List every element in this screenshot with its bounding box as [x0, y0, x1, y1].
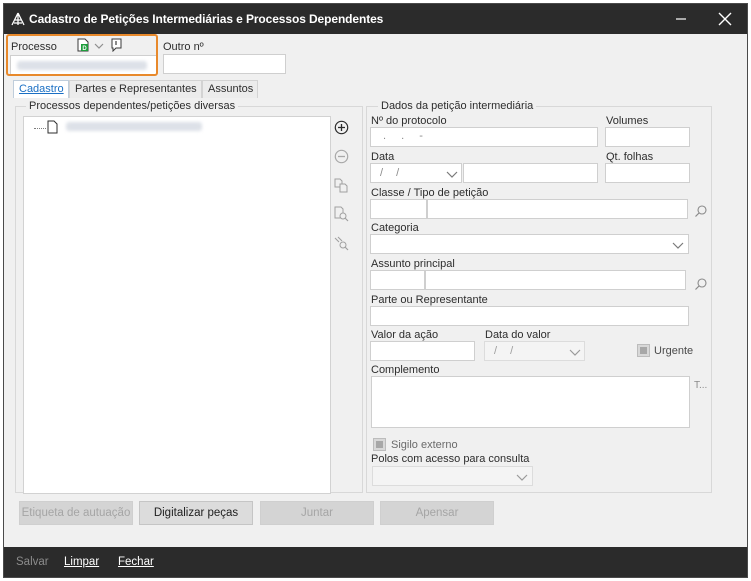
data-valor-date-picker[interactable]: / / — [484, 341, 585, 361]
urgente-label: Urgente — [654, 345, 694, 357]
volumes-input[interactable] — [605, 127, 690, 147]
title-bar: Cadastro de Petições Intermediárias e Pr… — [4, 4, 747, 34]
categoria-label: Categoria — [371, 222, 419, 234]
app-logo-icon — [11, 12, 25, 26]
minimize-icon — [676, 18, 686, 20]
data-date-picker[interactable]: / / — [370, 163, 462, 183]
protocolo-label: Nº do protocolo — [371, 115, 447, 127]
data-label: Data — [371, 151, 395, 163]
link-search-button[interactable] — [332, 234, 350, 252]
remove-button[interactable] — [332, 147, 350, 165]
valor-acao-label: Valor da ação — [371, 329, 439, 341]
protocolo-input[interactable]: . . - — [370, 127, 598, 147]
salvar-button[interactable]: Salvar — [16, 556, 49, 568]
tab-cadastro[interactable]: Cadastro — [13, 80, 69, 98]
search-icon[interactable] — [694, 277, 708, 291]
fechar-button[interactable]: Fechar — [118, 556, 154, 568]
digitalizar-pecas-button[interactable]: Digitalizar peças — [139, 501, 253, 525]
parte-input[interactable] — [370, 306, 689, 326]
assunto-code-input[interactable] — [370, 270, 425, 290]
chevron-down-icon[interactable] — [444, 166, 460, 182]
chevron-down-icon[interactable] — [670, 237, 686, 253]
assunto-label: Assunto principal — [371, 258, 455, 270]
outro-numero-input[interactable] — [163, 54, 286, 74]
complemento-text-options[interactable]: T... — [694, 380, 707, 391]
minus-circle-icon — [334, 149, 348, 163]
window-title: Cadastro de Petições Intermediárias e Pr… — [29, 12, 384, 26]
tree-connector — [34, 128, 46, 129]
tab-partes-representantes[interactable]: Partes e Representantes — [69, 80, 202, 98]
assunto-description-input[interactable] — [425, 270, 686, 290]
data-valor-label: Data do valor — [485, 329, 551, 341]
minimize-button[interactable] — [662, 4, 700, 34]
search-document-button[interactable] — [332, 205, 350, 223]
chevron-down-icon[interactable] — [514, 469, 530, 485]
plus-circle-icon — [334, 120, 348, 134]
data-valor-mask: / / — [494, 345, 519, 357]
limpar-button[interactable]: Limpar — [64, 556, 99, 568]
dialog-window: Cadastro de Petições Intermediárias e Pr… — [3, 3, 748, 578]
copy-documents-button[interactable] — [332, 176, 350, 194]
tree-item-redacted[interactable] — [66, 122, 202, 131]
chevron-down-icon[interactable] — [567, 344, 583, 360]
polos-select[interactable] — [372, 466, 533, 486]
search-document-icon — [334, 206, 349, 222]
classe-code-input[interactable] — [370, 199, 427, 219]
link-search-icon — [334, 236, 349, 251]
close-icon — [718, 12, 732, 26]
parte-label: Parte ou Representante — [371, 294, 488, 306]
protocolo-mask: . . - — [383, 130, 429, 142]
hora-input[interactable] — [463, 163, 598, 183]
add-button[interactable] — [332, 118, 350, 136]
classe-label: Classe / Tipo de petição — [371, 187, 489, 199]
sigilo-externo-label: Sigilo externo — [391, 439, 458, 451]
bottom-action-bar: Salvar Limpar Fechar — [4, 547, 747, 577]
data-mask: / / — [380, 167, 405, 179]
outro-numero-label: Outro nº — [163, 41, 204, 53]
juntar-button[interactable]: Juntar — [260, 501, 374, 525]
search-icon[interactable] — [694, 204, 708, 218]
urgente-checkbox[interactable] — [637, 344, 650, 357]
sigilo-externo-checkbox[interactable] — [373, 438, 386, 451]
polos-label: Polos com acesso para consulta — [371, 453, 530, 465]
classe-description-input[interactable] — [427, 199, 688, 219]
document-icon — [47, 120, 58, 134]
etiqueta-autuacao-button[interactable]: Etiqueta de autuação — [19, 501, 133, 525]
qt-folhas-input[interactable] — [605, 163, 690, 183]
processos-tree[interactable] — [23, 116, 331, 494]
categoria-select[interactable] — [370, 234, 689, 254]
tab-assuntos[interactable]: Assuntos — [202, 80, 258, 98]
close-button[interactable] — [706, 4, 744, 34]
processos-dependentes-title: Processos dependentes/petições diversas — [26, 100, 239, 112]
valor-acao-input[interactable] — [370, 341, 475, 361]
complemento-textarea[interactable] — [371, 376, 690, 428]
apensar-button[interactable]: Apensar — [380, 501, 494, 525]
copy-documents-icon — [334, 178, 348, 193]
volumes-label: Volumes — [606, 115, 649, 127]
complemento-label: Complemento — [371, 364, 440, 376]
dados-peticao-title: Dados da petição intermediária — [378, 100, 537, 112]
qt-folhas-label: Qt. folhas — [606, 151, 654, 163]
highlight-frame — [6, 34, 158, 76]
